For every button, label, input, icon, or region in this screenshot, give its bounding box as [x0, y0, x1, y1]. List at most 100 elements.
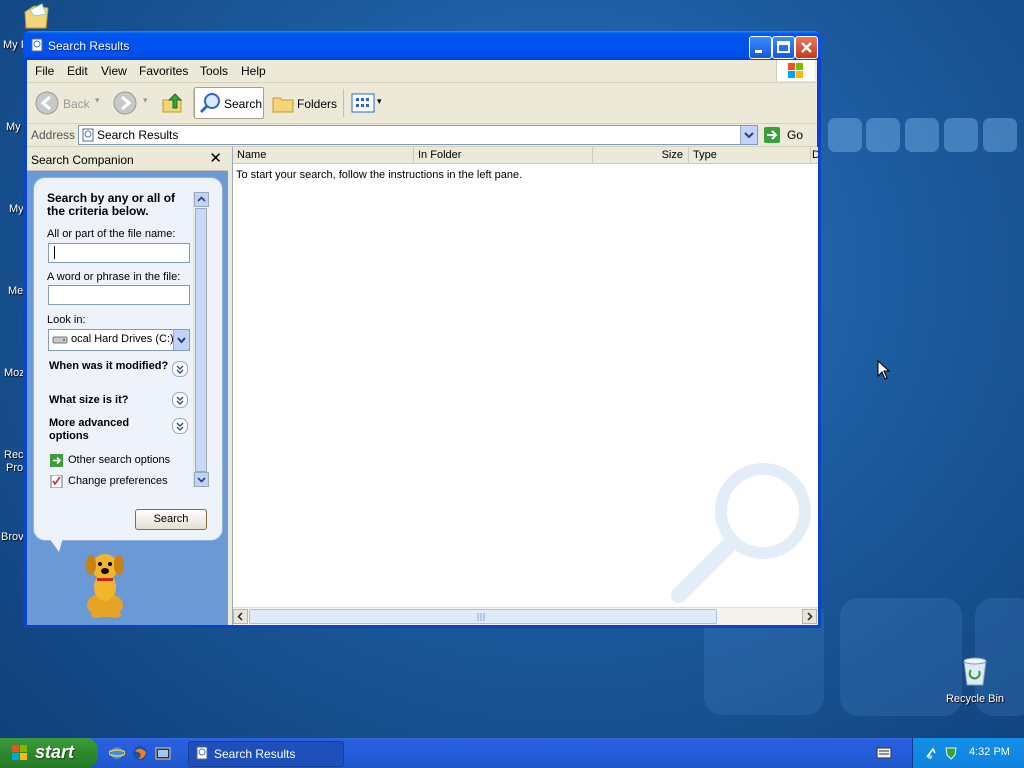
- horizontal-scroll-thumb[interactable]: [249, 609, 717, 624]
- back-dropdown-icon[interactable]: ▾: [95, 95, 100, 106]
- look-in-label: Look in:: [47, 314, 86, 326]
- internet-explorer-icon[interactable]: [109, 745, 125, 761]
- maximize-button[interactable]: [772, 36, 795, 59]
- standard-toolbar: Back ▾ ▾ Search Folders ▾: [27, 83, 817, 124]
- column-header-date[interactable]: D: [811, 147, 818, 164]
- minimize-icon: [755, 50, 762, 53]
- grip-icon: [477, 613, 485, 621]
- menu-view[interactable]: View: [101, 64, 127, 78]
- forward-dropdown-icon[interactable]: ▾: [143, 95, 148, 106]
- folders-button[interactable]: Folders: [269, 87, 339, 119]
- go-button[interactable]: Go: [763, 125, 813, 145]
- scroll-right-button[interactable]: [802, 609, 817, 624]
- search-button[interactable]: Search: [135, 509, 207, 530]
- column-header-type[interactable]: Type: [689, 147, 811, 164]
- forward-button[interactable]: ▾: [111, 87, 151, 119]
- checklist-icon: [50, 475, 63, 488]
- double-chevron-down-icon: [176, 365, 184, 374]
- media-player-icon[interactable]: [155, 745, 171, 761]
- address-input[interactable]: Search Results: [78, 125, 758, 145]
- desktop-icon-label: Pro: [6, 462, 24, 474]
- section-advanced-options[interactable]: More advanced options: [49, 417, 169, 443]
- double-chevron-down-icon: [176, 396, 184, 405]
- forward-arrow-icon: [113, 91, 137, 115]
- menu-edit[interactable]: Edit: [67, 64, 88, 78]
- maximize-icon: [777, 41, 790, 53]
- menu-favorites[interactable]: Favorites: [139, 64, 188, 78]
- phrase-input[interactable]: [48, 285, 190, 305]
- taskbar-button-search-results[interactable]: Search Results: [188, 741, 344, 767]
- desktop-icon-label: My: [9, 203, 24, 215]
- chevron-left-icon: [237, 612, 243, 621]
- column-header-in-folder[interactable]: In Folder: [414, 147, 593, 164]
- chevron-right-icon: [807, 612, 813, 621]
- windows-logo-icon: [12, 745, 27, 760]
- address-value: Search Results: [97, 128, 179, 142]
- close-pane-icon[interactable]: ✕: [209, 149, 222, 167]
- chevron-down-icon: [744, 132, 754, 139]
- start-label: start: [35, 742, 75, 762]
- views-button[interactable]: ▾: [349, 87, 385, 119]
- firefox-icon[interactable]: [132, 745, 148, 761]
- horizontal-scrollbar[interactable]: [233, 607, 818, 625]
- results-instruction-text: To start your search, follow the instruc…: [236, 169, 523, 181]
- search-toolbar-button[interactable]: Search: [194, 87, 264, 119]
- look-in-dropdown-button[interactable]: [173, 330, 189, 350]
- menu-help[interactable]: Help: [241, 64, 266, 78]
- close-icon: [801, 42, 812, 53]
- section-what-size[interactable]: What size is it?: [49, 394, 169, 407]
- column-header-name[interactable]: Name: [233, 147, 414, 164]
- minimize-button[interactable]: [749, 36, 772, 59]
- desktop-icon-recycle-bin[interactable]: Recycle Bin: [940, 656, 1010, 705]
- scroll-up-button[interactable]: [194, 192, 209, 207]
- address-dropdown-button[interactable]: [740, 126, 757, 144]
- file-name-label: All or part of the file name:: [47, 228, 176, 240]
- back-arrow-icon: [35, 91, 59, 115]
- recycle-bin-label: Recycle Bin: [945, 693, 1005, 705]
- search-window-icon: [31, 38, 43, 52]
- scroll-left-button[interactable]: [233, 609, 248, 624]
- expand-advanced-options-icon[interactable]: [172, 418, 188, 434]
- chevron-down-icon: [197, 477, 206, 483]
- change-preferences-link[interactable]: Change preferences: [68, 475, 168, 487]
- search-dog-icon: [86, 554, 124, 618]
- search-results-window: Search Results File Edit View Favorites …: [23, 31, 821, 628]
- scroll-down-button[interactable]: [194, 472, 209, 487]
- scroll-thumb[interactable]: [195, 208, 207, 472]
- expand-when-modified-icon[interactable]: [172, 361, 188, 377]
- close-button[interactable]: [795, 36, 818, 59]
- keyboard-icon[interactable]: [876, 746, 892, 760]
- look-in-select[interactable]: ocal Hard Drives (C:): [48, 329, 190, 351]
- column-header-size[interactable]: Size: [593, 147, 689, 164]
- chevron-up-icon: [197, 196, 206, 202]
- file-name-input[interactable]: [48, 243, 190, 263]
- menu-file[interactable]: File: [35, 64, 54, 78]
- go-arrow-icon: [764, 127, 780, 143]
- desktop-icon-label: Rec: [4, 449, 24, 461]
- up-folder-icon: [162, 93, 183, 113]
- system-clock[interactable]: 4:32 PM: [969, 746, 1010, 758]
- views-dropdown-icon: ▾: [377, 96, 382, 106]
- section-when-modified[interactable]: When was it modified?: [49, 360, 169, 373]
- other-search-options-link[interactable]: Other search options: [68, 454, 170, 466]
- windows-logo-icon: [776, 60, 815, 81]
- start-button[interactable]: start: [0, 738, 98, 768]
- up-folder-button[interactable]: [159, 87, 187, 119]
- address-bar: Address Search Results Go: [27, 124, 817, 147]
- balloon-scrollbar[interactable]: [193, 192, 209, 488]
- network-icon[interactable]: [925, 745, 941, 761]
- desktop-icon-label: My I: [3, 39, 24, 51]
- desktop-decoration: [944, 118, 978, 152]
- expand-what-size-icon[interactable]: [172, 392, 188, 408]
- security-shield-icon[interactable]: [943, 745, 959, 761]
- back-label: Back: [63, 97, 90, 111]
- look-in-value: ocal Hard Drives (C:): [71, 333, 174, 345]
- title-bar[interactable]: Search Results: [23, 31, 821, 59]
- search-companion-header: Search Companion ✕: [27, 147, 228, 171]
- toolbar-separator: [343, 89, 344, 117]
- balloon-tail: [49, 538, 63, 552]
- back-button[interactable]: Back ▾: [31, 87, 103, 119]
- text-caret: [54, 246, 55, 259]
- menu-tools[interactable]: Tools: [200, 64, 228, 78]
- magnifier-watermark-icon: [671, 463, 811, 603]
